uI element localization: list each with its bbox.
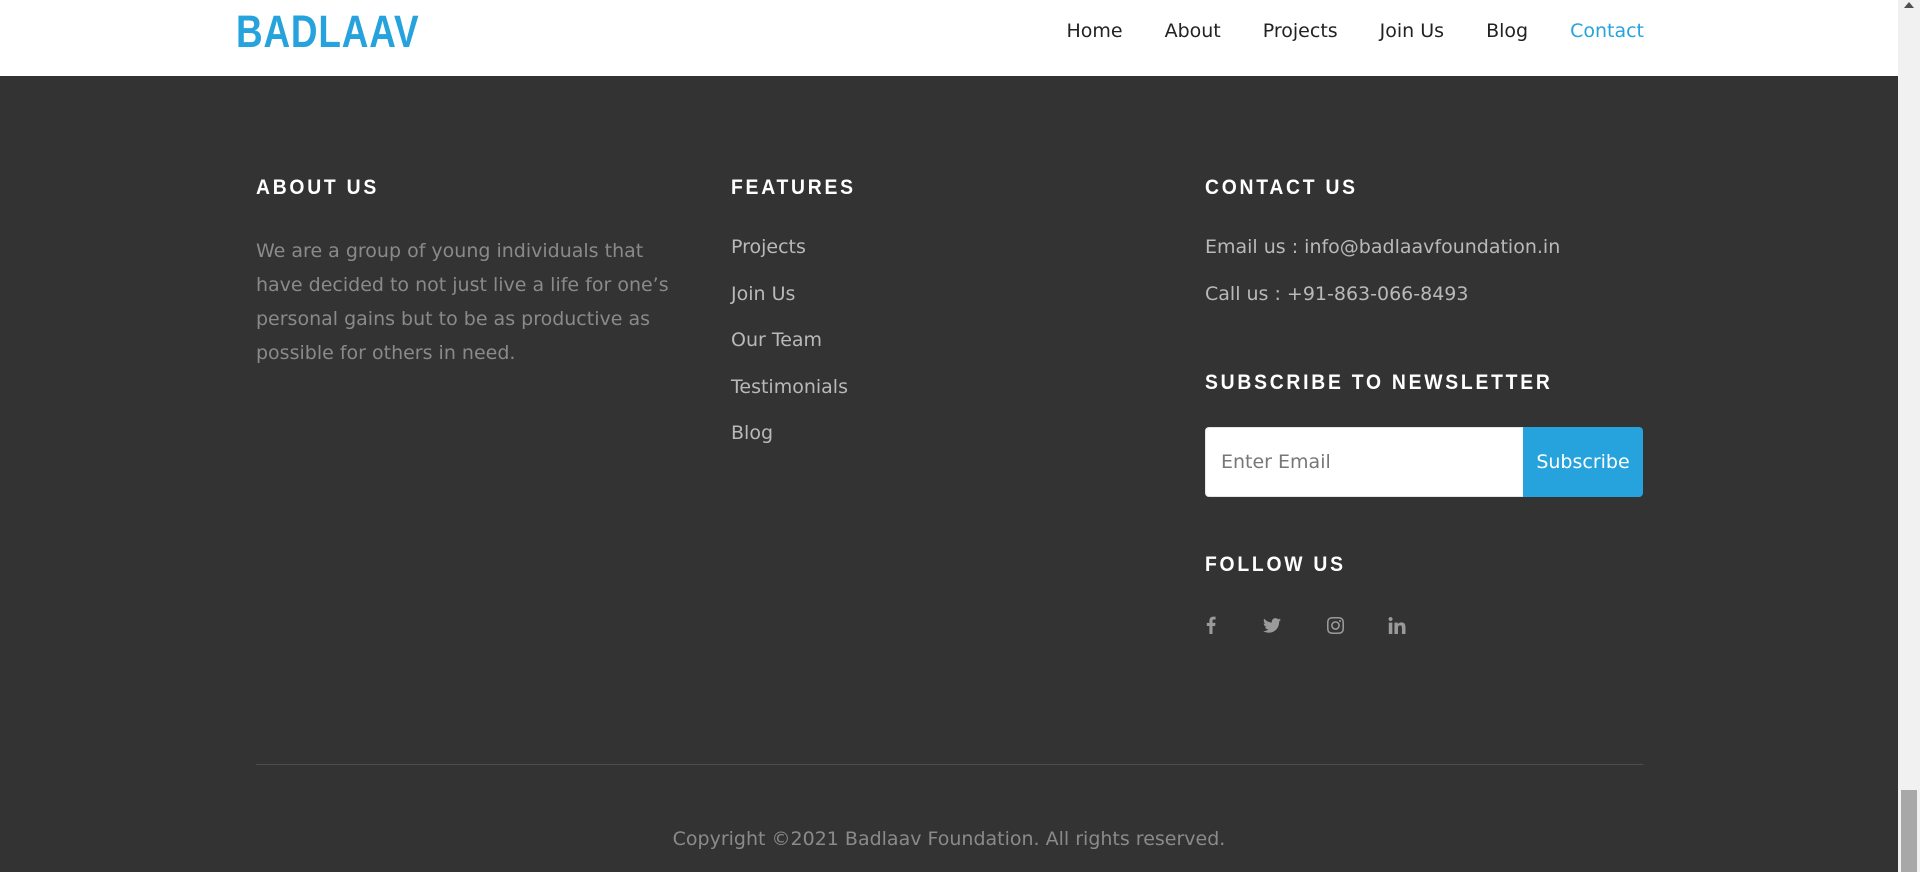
copyright-text: Copyright ©2021 Badlaav Foundation. All … (672, 828, 1226, 850)
footer-link-testimonials[interactable]: Testimonials (731, 376, 848, 398)
features-title: FEATURES (731, 176, 856, 199)
nav-contact[interactable]: Contact (1570, 20, 1644, 42)
about-text: We are a group of young individuals that… (256, 240, 669, 364)
site-logo[interactable]: BADLAAV (236, 6, 419, 58)
footer-divider (256, 764, 1643, 765)
footer-link-projects[interactable]: Projects (731, 236, 806, 258)
twitter-icon[interactable] (1261, 614, 1283, 636)
newsletter-form: Subscribe (1205, 427, 1643, 497)
footer-link-blog[interactable]: Blog (731, 422, 773, 444)
footer-link-join-us[interactable]: Join Us (731, 283, 795, 305)
scroll-thumb[interactable] (1901, 790, 1917, 872)
linkedin-icon[interactable] (1386, 614, 1408, 636)
about-title: ABOUT US (256, 176, 379, 199)
main-nav: Home About Projects Join Us Blog Contact (1024, 0, 1644, 62)
site-header: BADLAAV Home About Projects Join Us Blog… (0, 0, 1898, 76)
newsletter-email-input[interactable] (1205, 427, 1523, 497)
instagram-icon[interactable] (1324, 614, 1346, 636)
newsletter-title: SUBSCRIBE TO NEWSLETTER (1205, 371, 1553, 394)
site-footer: ABOUT US We are a group of young individ… (0, 76, 1898, 872)
nav-projects[interactable]: Projects (1263, 20, 1338, 42)
nav-join-us[interactable]: Join Us (1380, 20, 1444, 42)
nav-about[interactable]: About (1165, 20, 1221, 42)
contact-email[interactable]: Email us : info@badlaavfoundation.in (1205, 236, 1560, 258)
footer-link-our-team[interactable]: Our Team (731, 329, 822, 351)
facebook-icon[interactable] (1200, 614, 1222, 636)
follow-title: FOLLOW US (1205, 553, 1346, 576)
page-scrollbar[interactable] (1898, 0, 1920, 872)
scroll-up-arrow-icon[interactable] (1904, 2, 1914, 8)
contact-phone[interactable]: Call us : +91-863-066-8493 (1205, 283, 1468, 305)
nav-blog[interactable]: Blog (1486, 20, 1528, 42)
nav-home[interactable]: Home (1066, 20, 1122, 42)
subscribe-button[interactable]: Subscribe (1523, 427, 1643, 497)
contact-title: CONTACT US (1205, 176, 1358, 199)
